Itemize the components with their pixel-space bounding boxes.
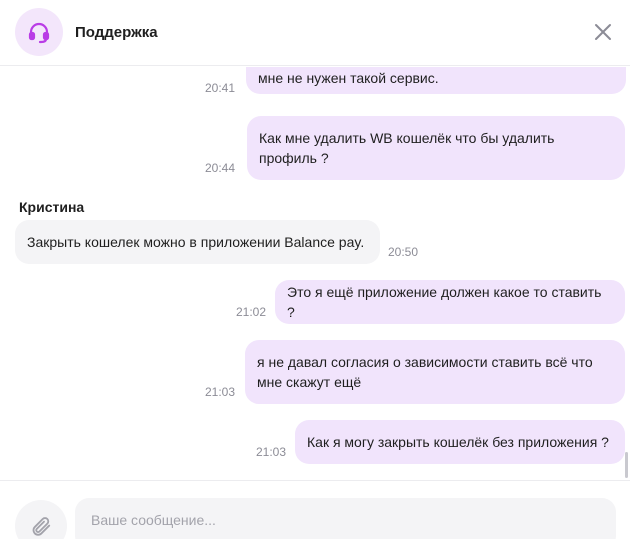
close-icon <box>595 24 611 40</box>
outgoing-message: Как я могу закрыть кошелёк без приложени… <box>295 420 625 464</box>
message-input[interactable] <box>75 498 616 539</box>
message-text: я не давал согласия о зависимости ставит… <box>257 354 593 390</box>
message-time: 21:03 <box>256 445 287 459</box>
message-time: 20:41 <box>205 81 236 95</box>
message-text: Как я могу закрыть кошелёк без приложени… <box>307 434 609 450</box>
message-time: 20:44 <box>205 161 236 175</box>
message-composer <box>0 480 630 539</box>
message-time: 20:50 <box>388 245 419 259</box>
scrollbar-thumb[interactable] <box>625 452 628 478</box>
paperclip-icon <box>32 517 51 536</box>
outgoing-message: мне не нужен такой сервис. <box>246 67 626 94</box>
sender-name: Кристина <box>19 199 85 215</box>
message-time: 21:03 <box>205 385 236 399</box>
message-text: Это я ещё приложение должен какое то ста… <box>287 284 602 320</box>
outgoing-message: я не давал согласия о зависимости ставит… <box>245 340 625 404</box>
attach-button[interactable] <box>15 500 67 539</box>
message-time: 21:02 <box>236 305 267 319</box>
outgoing-message: Это я ещё приложение должен какое то ста… <box>275 280 625 324</box>
message-text: Как мне удалить WB кошелёк что бы удалит… <box>259 130 555 166</box>
message-text: Закрыть кошелек можно в приложении Balan… <box>27 234 365 250</box>
page-title: Поддержка <box>75 24 158 41</box>
outgoing-message: Как мне удалить WB кошелёк что бы удалит… <box>247 116 625 180</box>
message-text: мне не нужен такой сервис. <box>258 70 439 86</box>
headset-icon <box>28 22 50 44</box>
chat-header: Поддержка <box>0 0 630 66</box>
close-button[interactable] <box>592 21 614 43</box>
support-avatar <box>15 8 63 56</box>
message-list[interactable]: мне не нужен такой сервис. 20:41 Как мне… <box>0 67 630 480</box>
incoming-message: Закрыть кошелек можно в приложении Balan… <box>15 220 380 264</box>
